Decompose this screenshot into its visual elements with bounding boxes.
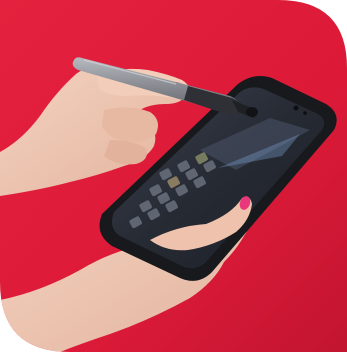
product-photo [0, 0, 347, 352]
stylus-tip [246, 107, 258, 117]
product-photo-frame [0, 0, 347, 352]
